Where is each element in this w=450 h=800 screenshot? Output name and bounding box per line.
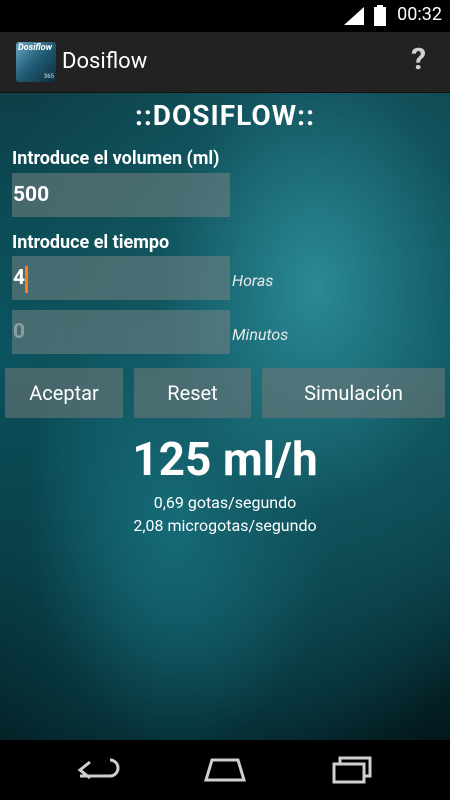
microdrops-per-second: 2,08 microgotas/segundo — [133, 516, 317, 535]
clock: 00:32 — [397, 4, 442, 25]
signal-icon — [344, 7, 364, 25]
app-title: Dosiflow — [62, 49, 148, 74]
minutes-input[interactable]: 0 — [12, 310, 230, 354]
status-bar: 00:32 — [0, 0, 450, 32]
app-icon[interactable]: Dosiflow 365 — [16, 42, 56, 82]
battery-icon — [374, 5, 386, 26]
volume-input-value: 500 — [13, 183, 50, 207]
reset-button[interactable]: Reset — [134, 368, 251, 418]
hours-unit: Horas — [232, 271, 274, 290]
recent-apps-icon[interactable] — [330, 756, 376, 784]
back-icon[interactable] — [76, 756, 122, 784]
simulation-button[interactable]: Simulación — [262, 368, 445, 418]
action-bar: Dosiflow 365 Dosiflow ? — [0, 32, 450, 93]
app-icon-text: Dosiflow — [18, 43, 53, 53]
page-heading: ::DOSIFLOW:: — [135, 99, 315, 132]
accept-button[interactable]: Aceptar — [5, 368, 123, 418]
time-label: Introduce el tiempo — [12, 232, 170, 253]
text-cursor — [25, 266, 28, 293]
volume-label: Introduce el volumen (ml) — [12, 148, 220, 169]
hours-input[interactable]: 4 — [12, 256, 230, 300]
minutes-input-placeholder: 0 — [13, 320, 26, 344]
app-icon-subtext: 365 — [43, 73, 54, 80]
minutes-unit: Minutos — [232, 325, 289, 344]
drops-per-second: 0,69 gotas/segundo — [153, 493, 297, 512]
navigation-bar — [0, 740, 450, 800]
main-content: ::DOSIFLOW:: Introduce el volumen (ml) 5… — [0, 93, 450, 740]
help-icon[interactable]: ? — [411, 42, 426, 77]
volume-input[interactable]: 500 — [12, 173, 230, 217]
hours-input-value: 4 — [13, 266, 26, 290]
home-icon[interactable] — [202, 756, 248, 784]
flow-rate-result: 125 ml/h — [132, 433, 318, 487]
